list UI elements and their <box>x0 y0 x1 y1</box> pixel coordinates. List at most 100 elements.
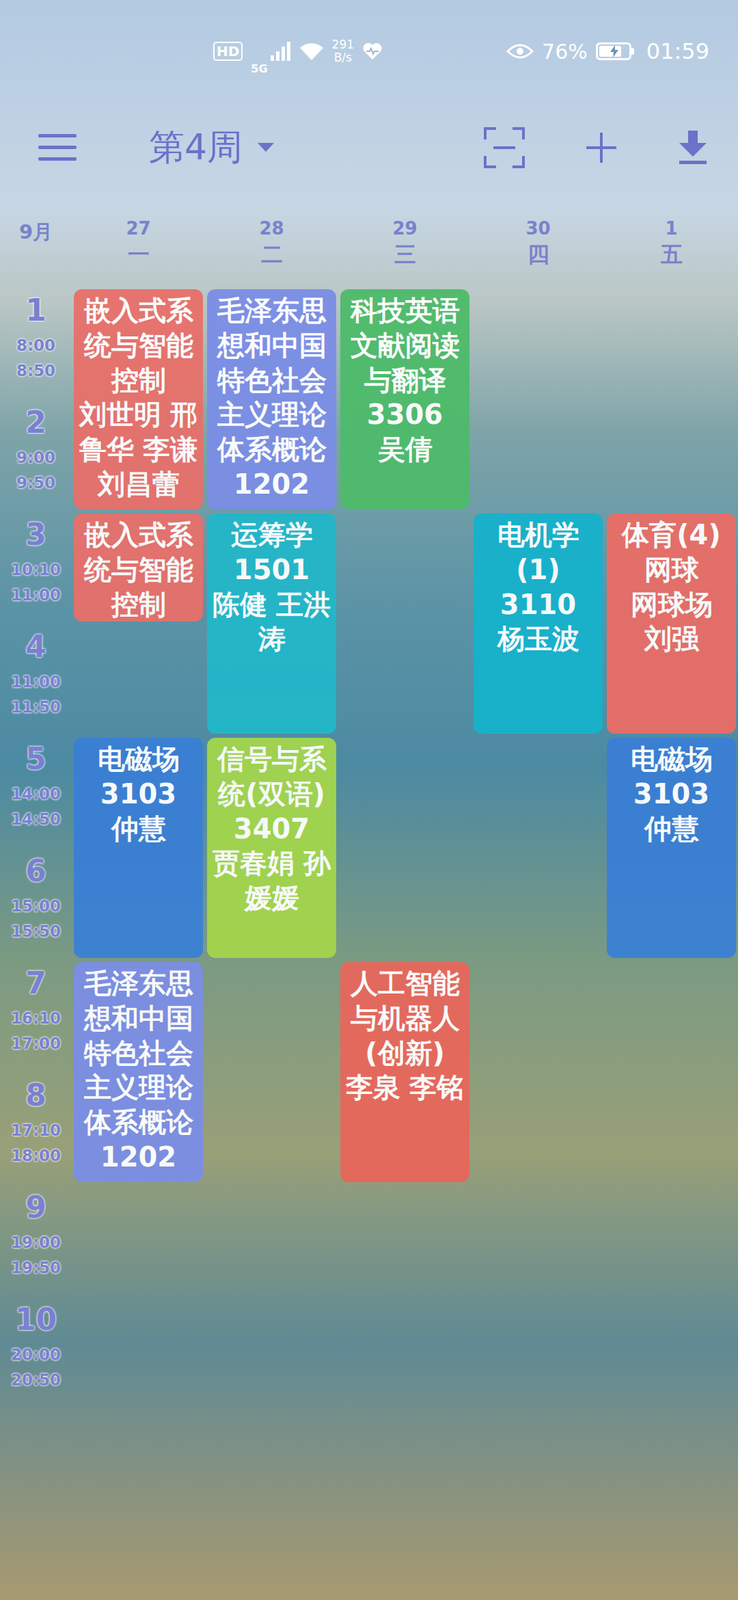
period-end: 20:50 <box>10 1366 61 1392</box>
battery-percent: 76% <box>541 39 588 64</box>
course-teacher: 刘世明 邢鲁华 李谦 刘昌蕾 <box>76 397 201 501</box>
course-card[interactable]: 体育(4)网球 网球场 刘强 <box>606 513 736 734</box>
course-teacher: 李泉 李铭 <box>343 1069 467 1105</box>
period-number: 4 <box>25 628 47 665</box>
day-column-header: 27 一 <box>71 192 205 287</box>
charging-icon <box>610 45 619 58</box>
period-label: 8 17:10 18:00 <box>0 1071 72 1184</box>
course-card[interactable]: 电机学(1) 3110 杨玉波 <box>473 513 603 734</box>
period-label: 3 10:10 11:00 <box>0 511 72 624</box>
day-date: 28 <box>258 218 284 239</box>
course-name: 嵌入式系统与智能控制 <box>76 293 201 398</box>
timetable-grid: 1 8:00 8:502 9:00 9:503 10:10 11:004 11:… <box>0 287 738 1408</box>
period-number: 6 <box>25 852 47 890</box>
wifi-icon <box>299 41 324 61</box>
menu-icon[interactable] <box>38 132 77 163</box>
course-name: 体育(4)网球 <box>609 517 734 587</box>
period-end: 14:50 <box>10 806 61 832</box>
day-column-header: 28 二 <box>205 192 339 287</box>
day-date: 1 <box>664 218 678 239</box>
period-start: 17:10 <box>10 1117 61 1143</box>
period-label: 6 15:00 15:50 <box>0 847 72 960</box>
period-end: 19:50 <box>10 1254 61 1280</box>
course-name: 信号与系统(双语) <box>209 741 334 812</box>
download-icon[interactable] <box>677 130 708 165</box>
course-card[interactable]: 嵌入式系统与智能控制 <box>73 513 203 622</box>
period-label: 7 16:10 17:00 <box>0 959 72 1072</box>
course-card[interactable]: 科技英语文献阅读与翻译 3306 吴倩 <box>340 289 470 510</box>
course-name: 科技英语文献阅读与翻译 <box>343 293 467 398</box>
speed-value: 291 <box>332 38 354 52</box>
course-name: 毛泽东思想和中国特色社会主义理论体系概论 <box>209 293 334 467</box>
period-end: 8:50 <box>16 358 56 384</box>
period-start: 16:10 <box>10 1005 61 1031</box>
week-title: 第4周 <box>148 123 243 172</box>
course-teacher: 仲慧 <box>76 811 201 846</box>
course-room: 1202 <box>76 1139 201 1174</box>
hd-badge: HD <box>213 41 243 61</box>
week-selector[interactable]: 第4周 <box>148 123 275 172</box>
scan-icon[interactable] <box>483 127 525 169</box>
period-start: 9:00 <box>16 444 56 471</box>
heart-icon <box>362 42 383 61</box>
course-name: 电磁场 <box>609 741 734 777</box>
period-end: 15:50 <box>10 918 61 944</box>
status-bar: HD 5G 291 B/s 76% 01:59 <box>0 0 738 103</box>
speed-unit: B/s <box>334 51 352 65</box>
course-card[interactable]: 运筹学 1501 陈健 王洪涛 <box>207 513 337 734</box>
period-start: 8:00 <box>16 332 56 359</box>
course-name: 电磁场 <box>76 741 201 777</box>
period-start: 14:00 <box>10 781 61 807</box>
battery-fill <box>599 45 622 57</box>
course-name: 嵌入式系统与智能控制 <box>76 517 201 622</box>
period-label: 4 11:00 11:50 <box>0 623 72 736</box>
day-weekday: 四 <box>527 242 550 267</box>
course-room: 1501 <box>209 552 334 587</box>
period-end: 11:50 <box>10 694 61 720</box>
period-number: 8 <box>25 1076 47 1114</box>
day-weekday: 五 <box>660 242 683 267</box>
period-label: 10 20:00 20:50 <box>0 1295 72 1408</box>
period-start: 20:00 <box>10 1341 61 1367</box>
course-name: 电机学(1) <box>476 517 600 587</box>
status-right: 76% 01:59 <box>506 38 710 65</box>
course-card[interactable]: 信号与系统(双语) 3407 贾春娟 孙媛媛 <box>207 737 337 958</box>
day-weekday: 二 <box>261 242 283 267</box>
period-label: 2 9:00 9:50 <box>0 399 72 512</box>
course-name: 人工智能与机器人(创新) <box>343 965 467 1070</box>
period-number: 1 <box>25 292 47 329</box>
period-end: 18:00 <box>10 1142 61 1168</box>
period-start: 19:00 <box>10 1229 61 1255</box>
period-number: 9 <box>25 1189 47 1226</box>
course-card[interactable]: 电磁场 3103 仲慧 <box>73 737 203 958</box>
course-teacher: 贾春娟 孙媛媛 <box>209 845 334 915</box>
course-card[interactable]: 毛泽东思想和中国特色社会主义理论体系概论 1202 <box>207 289 337 510</box>
course-card[interactable]: 毛泽东思想和中国特色社会主义理论体系概论 1202 <box>73 961 203 1182</box>
period-end: 9:50 <box>16 470 56 496</box>
day-date: 30 <box>525 218 551 239</box>
period-start: 10:10 <box>10 556 61 583</box>
course-card[interactable]: 电磁场 3103 仲慧 <box>606 737 736 958</box>
day-column-header: 1 五 <box>604 192 738 287</box>
dropdown-arrow-icon <box>257 142 275 153</box>
period-number: 2 <box>25 404 47 441</box>
period-number: 10 <box>15 1301 57 1338</box>
course-name: 毛泽东思想和中国特色社会主义理论体系概论 <box>76 965 201 1140</box>
toolbar: 第4周 <box>0 102 738 193</box>
period-number: 3 <box>25 516 47 553</box>
course-teacher: 杨玉波 <box>476 621 600 656</box>
add-icon[interactable] <box>584 131 618 164</box>
course-room: 1202 <box>209 466 334 502</box>
course-teacher: 陈健 王洪涛 <box>209 586 334 657</box>
period-end: 17:00 <box>10 1030 61 1056</box>
course-name: 运筹学 <box>209 517 334 553</box>
course-card[interactable]: 人工智能与机器人(创新) 李泉 李铭 <box>340 961 470 1182</box>
course-room: 网球场 <box>609 586 734 622</box>
period-start: 15:00 <box>10 893 61 919</box>
day-column-header: 30 四 <box>471 192 605 287</box>
course-room: 3110 <box>476 586 600 622</box>
period-label: 1 8:00 8:50 <box>0 287 72 400</box>
day-weekday: 三 <box>394 242 417 267</box>
course-card[interactable]: 嵌入式系统与智能控制 刘世明 邢鲁华 李谦 刘昌蕾 <box>73 289 203 510</box>
period-label: 5 14:00 14:50 <box>0 735 72 848</box>
